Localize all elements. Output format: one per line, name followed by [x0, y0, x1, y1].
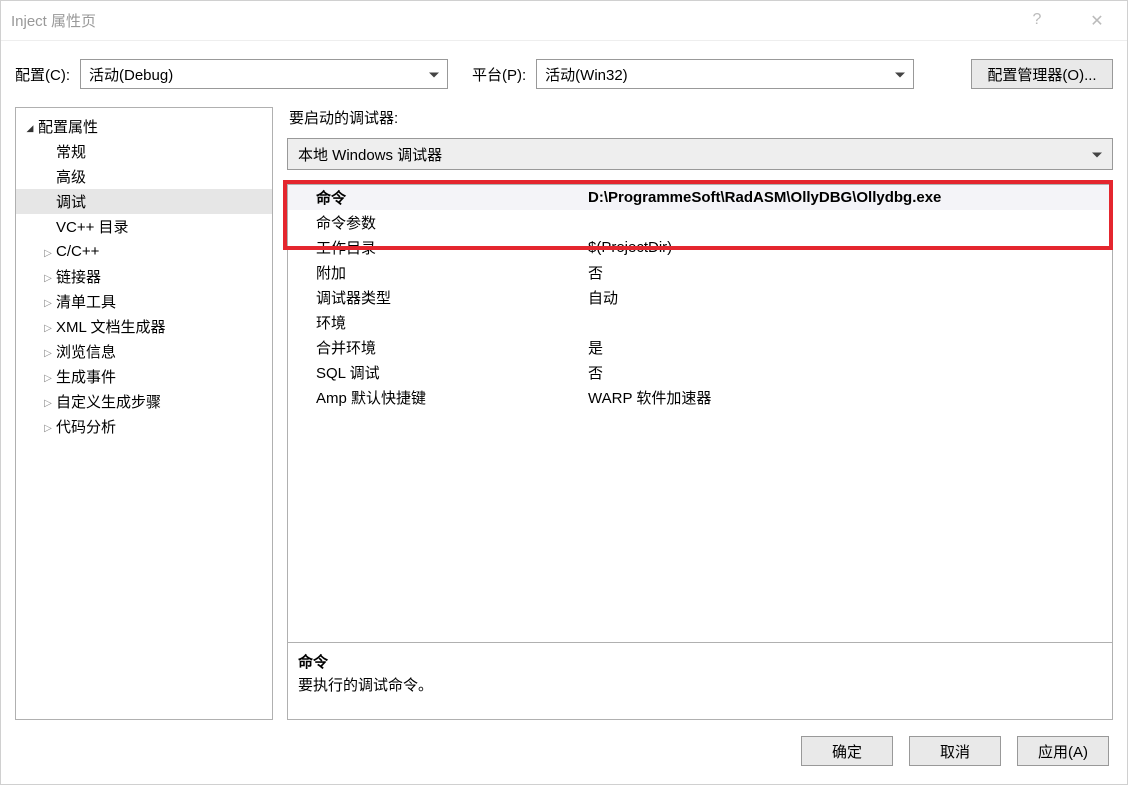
property-label: 合并环境 — [288, 337, 588, 358]
property-grid[interactable]: 命令D:\ProgrammeSoft\RadASM\OllyDBG\Ollydb… — [287, 184, 1113, 642]
cancel-button[interactable]: 取消 — [909, 736, 1001, 766]
tree-item-label: 高级 — [56, 166, 86, 187]
debugger-combo-value: 本地 Windows 调试器 — [298, 144, 442, 165]
property-label: Amp 默认快捷键 — [288, 387, 588, 408]
debugger-combo[interactable]: 本地 Windows 调试器 — [287, 138, 1113, 170]
property-value[interactable]: D:\ProgrammeSoft\RadASM\OllyDBG\Ollydbg.… — [588, 189, 1112, 206]
property-value[interactable]: $(ProjectDir) — [588, 239, 1112, 256]
platform-combo[interactable]: 活动(Win32) — [536, 59, 914, 89]
property-value[interactable]: WARP 软件加速器 — [588, 387, 1112, 408]
config-combo[interactable]: 活动(Debug) — [80, 59, 448, 89]
tree-item-label: 清单工具 — [56, 291, 116, 312]
content-area: 配置属性常规高级调试 VC++ 目录 C/C++ 链接器清单工具 XML 文档生成器浏览… — [1, 107, 1127, 720]
tree-item-label: C/C++ — [56, 243, 99, 260]
description-panel: 命令 要执行的调试命令。 — [287, 642, 1113, 720]
tree-item[interactable]: 自定义生成步骤 — [16, 389, 272, 414]
tree-item[interactable]: 配置属性 — [16, 114, 272, 139]
close-button[interactable]: ✕ — [1077, 11, 1117, 31]
config-manager-label: 配置管理器(O)... — [987, 64, 1096, 85]
tree-item-label: 配置属性 — [38, 116, 98, 137]
tree-item[interactable]: 清单工具 — [16, 289, 272, 314]
property-value[interactable]: 否 — [588, 362, 1112, 383]
property-label: 调试器类型 — [288, 287, 588, 308]
config-manager-button[interactable]: 配置管理器(O)... — [971, 59, 1113, 89]
tree-item[interactable]: 常规 — [16, 139, 272, 164]
property-value[interactable]: 是 — [588, 337, 1112, 358]
tree-item-label: 链接器 — [56, 266, 101, 287]
caret-closed-icon[interactable] — [42, 295, 54, 309]
debugger-header-label: 要启动的调试器: — [289, 107, 1113, 128]
tree-item-label: 常规 — [56, 141, 86, 162]
config-label: 配置(C): — [15, 64, 70, 85]
property-label: 附加 — [288, 262, 588, 283]
property-row[interactable]: 合并环境是 — [288, 335, 1112, 360]
tree-item-label: VC++ 目录 — [56, 216, 129, 237]
tree-item[interactable]: 生成事件 — [16, 364, 272, 389]
config-combo-value: 活动(Debug) — [89, 64, 173, 85]
dialog-footer: 确定 取消 应用(A) — [1, 720, 1127, 784]
titlebar-buttons: ? ✕ — [1017, 11, 1117, 31]
property-grid-wrap: 命令D:\ProgrammeSoft\RadASM\OllyDBG\Ollydb… — [287, 184, 1113, 720]
tree-item[interactable]: 链接器 — [16, 264, 272, 289]
config-tree[interactable]: 配置属性常规高级调试 VC++ 目录 C/C++ 链接器清单工具 XML 文档生成器浏览… — [15, 107, 273, 720]
ok-button-label: 确定 — [832, 741, 862, 762]
tree-item[interactable]: XML 文档生成器 — [16, 314, 272, 339]
tree-item-label: XML 文档生成器 — [56, 316, 165, 337]
help-button[interactable]: ? — [1017, 11, 1057, 31]
property-label: 环境 — [288, 312, 588, 333]
property-row[interactable]: Amp 默认快捷键WARP 软件加速器 — [288, 385, 1112, 410]
property-value[interactable]: 否 — [588, 262, 1112, 283]
property-row[interactable]: 环境 — [288, 310, 1112, 335]
cancel-button-label: 取消 — [940, 741, 970, 762]
tree-item-label: 代码分析 — [56, 416, 116, 437]
property-row[interactable]: 命令参数 — [288, 210, 1112, 235]
property-row[interactable]: 调试器类型自动 — [288, 285, 1112, 310]
caret-closed-icon[interactable] — [42, 420, 54, 434]
tree-item[interactable]: VC++ 目录 — [16, 214, 272, 239]
description-title: 命令 — [298, 651, 1102, 672]
tree-item[interactable]: 调试 — [16, 189, 272, 214]
tree-item[interactable]: 代码分析 — [16, 414, 272, 439]
ok-button[interactable]: 确定 — [801, 736, 893, 766]
caret-closed-icon[interactable] — [42, 270, 54, 284]
property-label: SQL 调试 — [288, 362, 588, 383]
titlebar: Inject 属性页 ? ✕ — [1, 1, 1127, 41]
caret-closed-icon[interactable] — [42, 345, 54, 359]
tree-item[interactable]: C/C++ — [16, 239, 272, 264]
tree-item-label: 自定义生成步骤 — [56, 391, 161, 412]
window-title: Inject 属性页 — [11, 10, 1017, 31]
caret-open-icon[interactable] — [24, 120, 36, 134]
tree-item-label: 生成事件 — [56, 366, 116, 387]
property-label: 命令 — [288, 187, 588, 208]
tree-item-label: 浏览信息 — [56, 341, 116, 362]
property-row[interactable]: 命令D:\ProgrammeSoft\RadASM\OllyDBG\Ollydb… — [288, 185, 1112, 210]
property-label: 工作目录 — [288, 237, 588, 258]
right-panel: 要启动的调试器: 本地 Windows 调试器 命令D:\ProgrammeSo… — [287, 107, 1113, 720]
property-row[interactable]: SQL 调试否 — [288, 360, 1112, 385]
platform-combo-value: 活动(Win32) — [545, 64, 628, 85]
apply-button[interactable]: 应用(A) — [1017, 736, 1109, 766]
apply-button-label: 应用(A) — [1038, 741, 1088, 762]
property-label: 命令参数 — [288, 212, 588, 233]
tree-item-label: 调试 — [56, 191, 86, 212]
caret-closed-icon[interactable] — [42, 395, 54, 409]
caret-closed-icon[interactable] — [42, 320, 54, 334]
tree-item[interactable]: 高级 — [16, 164, 272, 189]
property-row[interactable]: 工作目录$(ProjectDir) — [288, 235, 1112, 260]
tree-item[interactable]: 浏览信息 — [16, 339, 272, 364]
caret-closed-icon[interactable] — [42, 370, 54, 384]
toolbar: 配置(C): 活动(Debug) 平台(P): 活动(Win32) 配置管理器(… — [1, 41, 1127, 107]
property-value[interactable]: 自动 — [588, 287, 1112, 308]
property-page-window: Inject 属性页 ? ✕ 配置(C): 活动(Debug) 平台(P): 活… — [0, 0, 1128, 785]
description-text: 要执行的调试命令。 — [298, 674, 1102, 695]
platform-label: 平台(P): — [472, 64, 526, 85]
property-row[interactable]: 附加否 — [288, 260, 1112, 285]
caret-closed-icon[interactable] — [42, 245, 54, 259]
